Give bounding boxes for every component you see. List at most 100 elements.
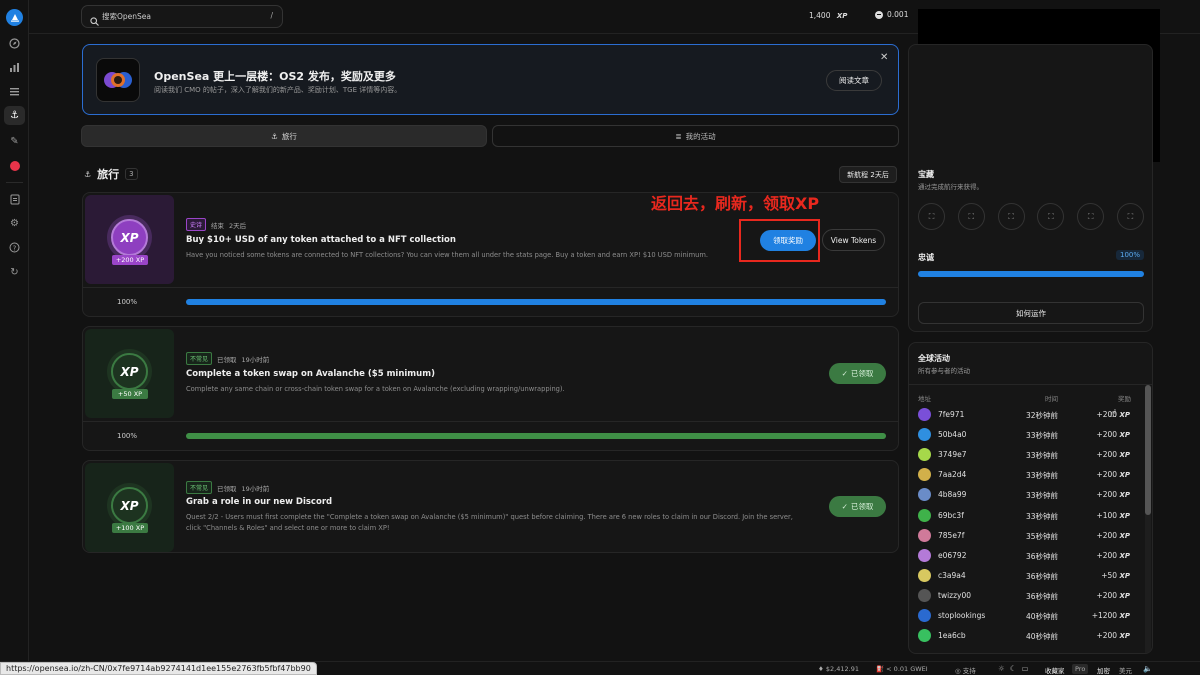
- section-count: 3: [125, 168, 138, 180]
- pen-icon[interactable]: ✎: [7, 134, 22, 149]
- rarity-badge: 史诗: [186, 218, 207, 231]
- scrollbar[interactable]: [1145, 385, 1151, 653]
- activity-time: 40秒钟前: [1026, 632, 1059, 642]
- refresh-icon[interactable]: ↻: [7, 265, 22, 280]
- support-label: 支持: [962, 667, 976, 675]
- quest-thumbnail: XP +200 XP: [85, 195, 174, 284]
- svg-text:?: ?: [13, 244, 17, 252]
- list-icon[interactable]: [7, 84, 22, 99]
- quest-description-line2: click "Channels & Roles" and select one …: [186, 524, 390, 532]
- currency-crypto[interactable]: 加密: [1097, 665, 1110, 675]
- activity-time: 33秒钟前: [1026, 431, 1059, 441]
- moon-icon[interactable]: ☾: [1010, 664, 1017, 673]
- reward-amount: +200: [1096, 490, 1118, 500]
- eth-icon: [875, 10, 883, 19]
- activity-row[interactable]: 50b4a0 33秒钟前 +200 XP: [918, 424, 1143, 444]
- activity-address[interactable]: 69bc3f: [938, 511, 964, 520]
- anchor-icon[interactable]: ⚓: [7, 108, 22, 123]
- activity-address[interactable]: 785e7f: [938, 531, 964, 540]
- banner-subtitle: 阅读我们 CMO 的帖子，深入了解我们的新产品、奖励计划、TGE 详情等内容。: [154, 86, 402, 94]
- activity-address[interactable]: twizzy00: [938, 591, 971, 600]
- tab-my-activity[interactable]: ≣ 我的活动: [492, 125, 899, 147]
- scrollbar-thumb[interactable]: [1145, 385, 1151, 515]
- activity-address[interactable]: 50b4a0: [938, 430, 966, 439]
- quest-time: 19小时前: [241, 355, 270, 364]
- tab-voyages-label: 旅行: [281, 131, 297, 141]
- activity-time: 40秒钟前: [1026, 612, 1059, 621]
- search-input[interactable]: 搜索OpenSea: [102, 11, 151, 22]
- quest-thumbnail: XP +100 XP: [85, 463, 174, 552]
- document-icon[interactable]: [7, 192, 22, 207]
- reward-amount: +200: [1096, 590, 1118, 600]
- compass-icon[interactable]: [7, 36, 22, 51]
- activity-time: 32秒钟前: [1026, 411, 1059, 420]
- activity-address[interactable]: c3a9a4: [938, 571, 966, 580]
- activity-time: 33秒钟前: [1026, 471, 1059, 481]
- activity-row[interactable]: 4b8a99 33秒钟前 +200 XP: [918, 484, 1143, 504]
- activity-row[interactable]: 1ea6cb 40秒钟前 +200 XP: [918, 625, 1143, 645]
- activity-row[interactable]: e06792 36秒钟前 +200 XP: [918, 545, 1143, 565]
- wallet-balance[interactable]: 0.001: [875, 10, 908, 19]
- progress-text: 100%: [117, 298, 138, 306]
- reward-amount: +100: [1096, 510, 1118, 520]
- activity-row[interactable]: c3a9a4 36秒钟前 +50 XP: [918, 565, 1143, 585]
- claimed-button[interactable]: ✓ 已领取: [829, 496, 886, 517]
- activity-row[interactable]: 69bc3f 33秒钟前 +100 XP: [918, 505, 1143, 525]
- view-tokens-button[interactable]: View Tokens: [822, 229, 885, 251]
- gas-price: ⛽ < 0.01 GWEI: [876, 665, 928, 673]
- activity-address[interactable]: 4b8a99: [938, 490, 966, 499]
- activity-address[interactable]: 1ea6cb: [938, 631, 966, 640]
- xp-label: XP: [1119, 451, 1130, 460]
- avatar: [918, 629, 931, 643]
- activity-time: 33秒钟前: [1026, 511, 1059, 521]
- xp-label: XP: [1119, 632, 1130, 641]
- xp-counter[interactable]: 1,400 XP: [809, 11, 847, 20]
- theme-toggle[interactable]: ☼ ☾ ▭: [998, 664, 1029, 673]
- read-article-button[interactable]: 阅读文章: [826, 70, 882, 91]
- activity-title: 全球活动: [918, 354, 950, 363]
- volume-icon[interactable]: 🔈: [1143, 664, 1152, 673]
- claimed-button[interactable]: ✓ 已领取: [829, 363, 886, 384]
- help-icon[interactable]: ?: [7, 240, 22, 255]
- gear-icon[interactable]: ⚙: [7, 216, 22, 231]
- drop-icon[interactable]: [7, 158, 22, 173]
- xp-label: XP: [1119, 551, 1130, 560]
- mode-collector[interactable]: 收藏家: [1045, 665, 1065, 675]
- global-activity-panel: 全球活动 所有参与者的活动 地址 时间 奖励 7fe971 32秒钟前 +200 X…: [908, 342, 1153, 654]
- xp-label: XP: [836, 12, 848, 20]
- treasure-slot-icon: ⛶: [1077, 203, 1105, 230]
- activity-address[interactable]: e06792: [938, 551, 966, 560]
- stats-icon[interactable]: [7, 60, 22, 75]
- activity-row[interactable]: 7aa2d4 33秒钟前 +200 XP: [918, 464, 1143, 484]
- col-address: 地址: [918, 395, 931, 403]
- activity-row[interactable]: stoplookings 40秒钟前 +1200 XP: [918, 605, 1143, 625]
- mode-pro[interactable]: Pro: [1072, 664, 1089, 674]
- sun-icon[interactable]: ☼: [998, 664, 1005, 673]
- anchor-icon: ⚓: [84, 169, 92, 179]
- opensea-logo[interactable]: [6, 9, 23, 26]
- activity-row[interactable]: twizzy00 36秒钟前 +200 XP: [918, 585, 1143, 605]
- close-icon[interactable]: ✕: [880, 52, 888, 63]
- annotation-text: 返回去，刷新，领取XP: [651, 194, 820, 213]
- search-bar[interactable]: 搜索OpenSea /: [81, 5, 283, 28]
- activity-reward: +200 XP: [1096, 430, 1130, 439]
- activity-row[interactable]: 3749e7 33秒钟前 +200 XP: [918, 444, 1143, 464]
- currency-usd[interactable]: 美元: [1119, 665, 1132, 675]
- avatar: [918, 488, 931, 502]
- xp-label: XP: [1119, 431, 1130, 440]
- activity-row[interactable]: 785e7f 35秒钟前 +200 XP: [918, 525, 1143, 545]
- section-title: 旅行: [97, 168, 120, 181]
- avatar: [918, 548, 931, 562]
- activity-address[interactable]: 3749e7: [938, 450, 966, 459]
- activity-reward: +200 XP: [1096, 551, 1130, 560]
- support-link[interactable]: ◎ 支持: [955, 665, 976, 675]
- activity-address[interactable]: 7aa2d4: [938, 470, 966, 479]
- activity-time: 36秒钟前: [1026, 591, 1059, 601]
- activity-address[interactable]: 7fe971: [938, 410, 964, 419]
- check-icon: ✓: [841, 502, 848, 511]
- activity-address[interactable]: stoplookings: [938, 611, 985, 620]
- monitor-icon[interactable]: ▭: [1021, 664, 1028, 673]
- rarity-badge: 不常见: [186, 481, 213, 494]
- how-it-works-button[interactable]: 如何运作: [918, 302, 1144, 324]
- tab-voyages[interactable]: ⚓ 旅行: [81, 125, 487, 147]
